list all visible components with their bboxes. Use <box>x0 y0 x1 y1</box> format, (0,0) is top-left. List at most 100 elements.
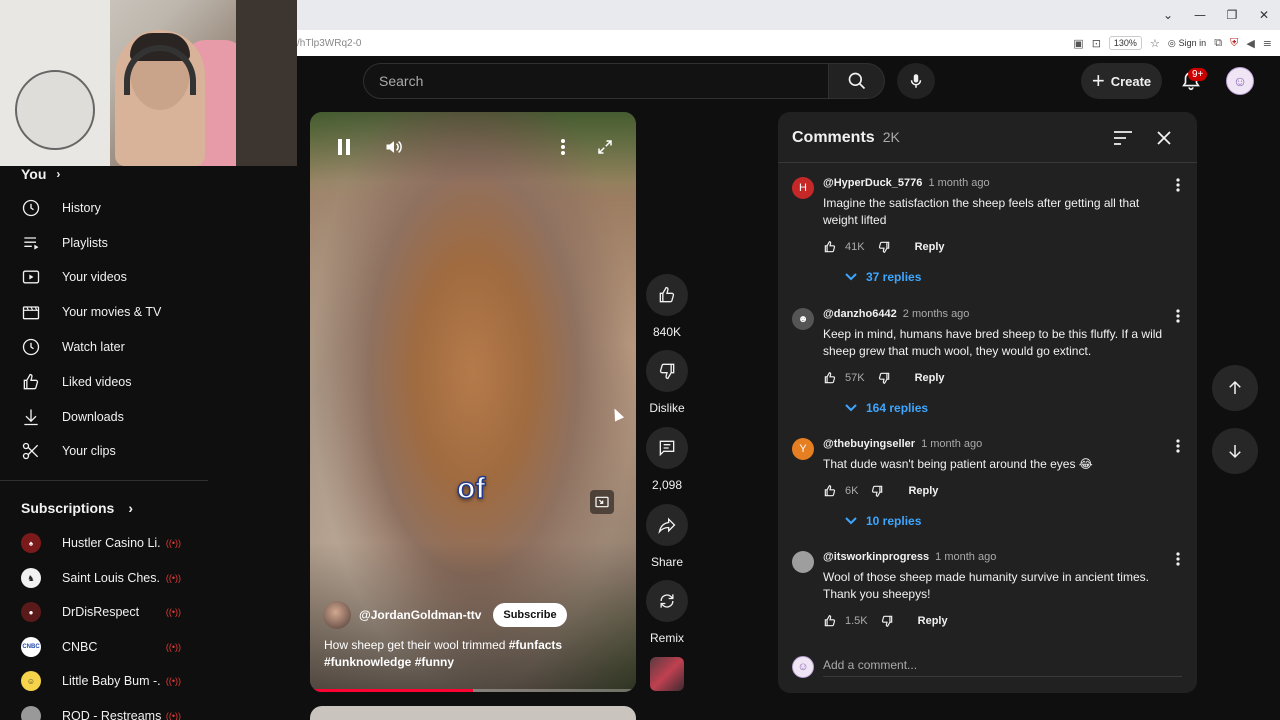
comment-dislike-button[interactable] <box>870 484 884 498</box>
comment-time[interactable]: 1 month ago <box>928 177 989 189</box>
comment-like-button[interactable]: 57K <box>823 371 865 385</box>
sidebar-item-history[interactable]: History <box>21 191 206 225</box>
comment-author[interactable]: @thebuyingseller <box>823 438 915 450</box>
fullscreen-button[interactable] <box>585 127 625 167</box>
sidebar-item-downloads[interactable]: Downloads <box>21 400 206 434</box>
sidebar-item-movies[interactable]: Your movies & TV <box>21 295 206 329</box>
subscription-item[interactable]: ☺ Little Baby Bum -... ((•)) <box>21 666 181 696</box>
remix-action[interactable]: Remix <box>646 580 688 645</box>
subscription-item[interactable]: ♞ Saint Louis Ches... ((•)) <box>21 563 181 593</box>
pip-button[interactable] <box>590 490 614 514</box>
video-progress-bar[interactable] <box>310 689 636 692</box>
subscribe-button[interactable]: Subscribe <box>493 603 567 627</box>
like-button[interactable] <box>646 274 688 316</box>
comment-dislike-button[interactable] <box>877 240 891 254</box>
subscription-item[interactable]: ● DrDisRespect ((•)) <box>21 597 181 627</box>
comment-reply-button[interactable]: Reply <box>915 372 945 384</box>
thumbs-down-icon <box>878 372 889 384</box>
tab-list-icon[interactable]: ⌄ <box>1152 8 1184 22</box>
comment-author[interactable]: @HyperDuck_5776 <box>823 177 922 189</box>
next-short-preview[interactable] <box>310 706 636 720</box>
comments-button[interactable] <box>646 427 688 469</box>
add-comment-field[interactable]: ☺ Add a comment... <box>792 656 1182 678</box>
sound-icon[interactable]: ◀ <box>1246 37 1254 50</box>
comment-time[interactable]: 2 months ago <box>903 308 970 320</box>
dislike-button[interactable] <box>646 350 688 392</box>
extensions-icon[interactable]: ⧉ <box>1214 36 1222 50</box>
view-replies-button[interactable]: 37 replies <box>844 270 921 284</box>
sidebar-you-header[interactable]: You › <box>21 166 60 182</box>
commenter-avatar[interactable]: Y <box>792 438 814 460</box>
comment-like-button[interactable]: 41K <box>823 240 865 254</box>
browser-sign-in[interactable]: ◎ Sign in <box>1168 38 1206 49</box>
sidebar-item-your-videos[interactable]: Your videos <box>21 260 206 294</box>
comment-reply-button[interactable]: Reply <box>915 241 945 253</box>
comment-dislike-button[interactable] <box>877 371 891 385</box>
previous-short-button[interactable] <box>1212 365 1258 411</box>
sidebar-item-playlists[interactable]: Playlists <box>21 226 206 260</box>
account-avatar[interactable]: ☺ <box>1226 67 1254 95</box>
comment-reply-button[interactable]: Reply <box>918 615 948 627</box>
comment-more-button[interactable] <box>1168 436 1188 456</box>
favorite-star-icon[interactable]: ☆ <box>1150 37 1160 50</box>
hashtag-link[interactable]: #funny <box>415 655 454 669</box>
commenter-avatar[interactable] <box>792 551 814 573</box>
add-comment-placeholder[interactable]: Add a comment... <box>823 658 1182 677</box>
close-comments-button[interactable] <box>1152 126 1176 150</box>
sidebar-item-watch-later[interactable]: Watch later <box>21 330 206 364</box>
minimize-icon[interactable]: — <box>1184 8 1216 22</box>
sidebar-item-your-clips[interactable]: Your clips <box>21 434 206 468</box>
sort-comments-button[interactable] <box>1111 126 1135 150</box>
sidebar-item-liked-videos[interactable]: Liked videos <box>21 365 206 399</box>
subscription-item[interactable]: ROD - Restreams ((•)) <box>21 701 181 720</box>
search-button[interactable] <box>829 63 885 99</box>
commenter-avatar[interactable]: ☻ <box>792 308 814 330</box>
close-window-icon[interactable]: ✕ <box>1248 8 1280 22</box>
video-more-button[interactable] <box>543 127 583 167</box>
create-button[interactable]: + Create <box>1081 63 1162 99</box>
comment-dislike-button[interactable] <box>880 614 894 628</box>
channel-avatar[interactable] <box>323 601 351 629</box>
comment-reply-button[interactable]: Reply <box>908 485 938 497</box>
comment-more-button[interactable] <box>1168 306 1188 326</box>
dislike-action[interactable]: Dislike <box>646 350 688 415</box>
menu-icon[interactable]: ≡ <box>1263 37 1272 50</box>
pause-button[interactable] <box>324 127 364 167</box>
comment-like-button[interactable]: 6K <box>823 484 858 498</box>
comment-author[interactable]: @itsworkinprogress <box>823 551 929 563</box>
like-action[interactable]: 840K <box>646 274 688 339</box>
install-app-icon[interactable]: ⊡ <box>1092 37 1101 50</box>
url-text[interactable]: /hTlp3WRq2-0 <box>297 38 361 49</box>
next-short-thumbnail[interactable] <box>650 657 684 691</box>
subscriptions-header[interactable]: Subscriptions › <box>21 500 133 516</box>
comment-more-button[interactable] <box>1168 175 1188 195</box>
comment-like-button[interactable]: 1.5K <box>823 614 868 628</box>
zoom-level[interactable]: 130% <box>1108 36 1142 50</box>
share-action[interactable]: Share <box>646 504 688 569</box>
subscription-item[interactable]: CNBC CNBC ((•)) <box>21 632 181 662</box>
comment-more-button[interactable] <box>1168 549 1188 569</box>
view-replies-button[interactable]: 164 replies <box>844 401 928 415</box>
view-replies-button[interactable]: 10 replies <box>844 514 921 528</box>
comment-meta: @danzho6442 2 months ago <box>823 308 969 320</box>
shorts-video-player[interactable]: of @JordanGoldman-ttv Subscribe How shee… <box>310 112 636 692</box>
hashtag-link[interactable]: #funknowledge <box>324 655 411 669</box>
commenter-avatar[interactable]: H <box>792 177 814 199</box>
share-button[interactable] <box>646 504 688 546</box>
remix-button[interactable] <box>646 580 688 622</box>
subscription-item[interactable]: ♠ Hustler Casino Li... ((•)) <box>21 528 181 558</box>
shield-extension-icon[interactable]: ⛨ <box>1230 36 1238 50</box>
voice-search-button[interactable] <box>897 63 935 99</box>
channel-name[interactable]: @JordanGoldman-ttv <box>359 608 481 622</box>
search-input[interactable]: Search <box>363 63 829 99</box>
address-bar[interactable]: /hTlp3WRq2-0 ▣ ⊡ 130% ☆ ◎ Sign in ⧉ ⛨ ◀ ≡ <box>297 30 1280 56</box>
next-short-button[interactable] <box>1212 428 1258 474</box>
maximize-icon[interactable]: ❐ <box>1216 8 1248 22</box>
volume-button[interactable] <box>374 127 414 167</box>
comment-author[interactable]: @danzho6442 <box>823 308 897 320</box>
hashtag-link[interactable]: #funfacts <box>509 638 562 652</box>
comment-time[interactable]: 1 month ago <box>935 551 996 563</box>
comment-time[interactable]: 1 month ago <box>921 438 982 450</box>
reader-mode-icon[interactable]: ▣ <box>1073 37 1083 50</box>
comments-action[interactable]: 2,098 <box>646 427 688 492</box>
